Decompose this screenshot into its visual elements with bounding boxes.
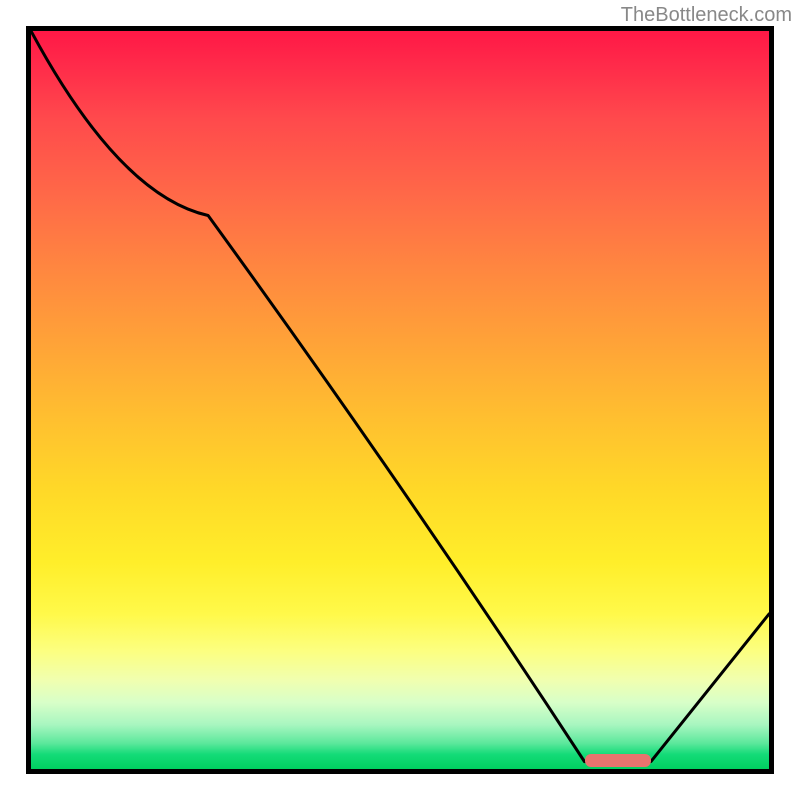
watermark-text: TheBottleneck.com [621,4,792,27]
bottleneck-curve [31,31,769,769]
optimal-range-marker [585,754,651,767]
chart-frame [26,26,774,774]
